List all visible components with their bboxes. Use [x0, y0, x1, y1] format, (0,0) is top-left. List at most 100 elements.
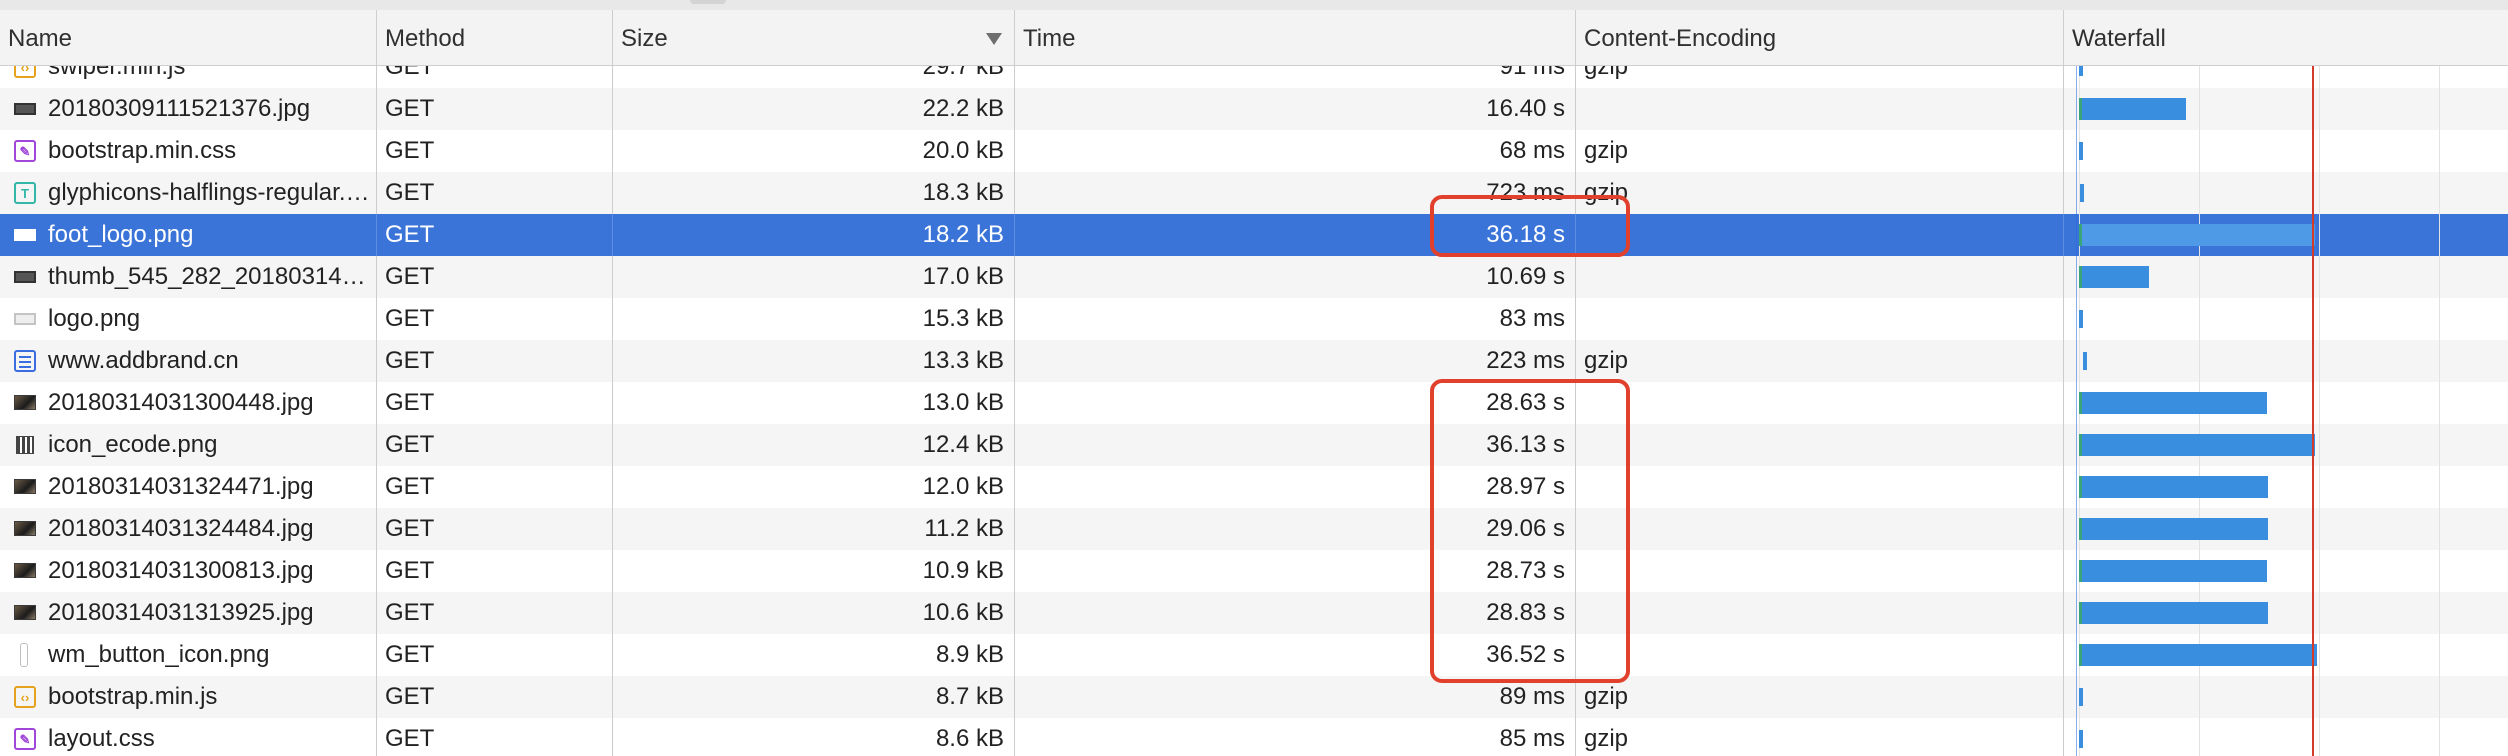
request-waterfall [2064, 172, 2508, 214]
request-size: 13.3 kB [613, 340, 1015, 382]
waterfall-bar [2082, 602, 2269, 624]
request-name-cell[interactable]: icon_ecode.png [0, 424, 377, 466]
request-time: 10.69 s [1015, 256, 1576, 298]
request-name-cell[interactable]: ‹› bootstrap.min.js [0, 676, 377, 718]
waterfall-gridline [2199, 172, 2200, 214]
waterfall-gridline [2319, 550, 2320, 592]
request-size: 10.9 kB [613, 550, 1015, 592]
waterfall-gridline [2439, 382, 2440, 424]
network-panel: Name Method Size Time Content-Encoding W… [0, 0, 2508, 756]
request-row[interactable]: Tglyphicons-halflings-regular.woff2 GET 18… [0, 172, 2508, 214]
request-size: 8.6 kB [613, 718, 1015, 756]
request-row[interactable]: ‹› swiper.min.js GET 29.7 kB 91 ms gzip [0, 66, 2508, 88]
request-row[interactable]: 20180314031300813.jpg GET 10.9 kB 28.73 s [0, 550, 2508, 592]
request-content-encoding [1576, 550, 2064, 592]
request-row[interactable]: ✎ layout.css GET 8.6 kB 85 ms gzip [0, 718, 2508, 756]
request-content-encoding: gzip [1576, 718, 2064, 756]
request-name-cell[interactable]: 20180314031324471.jpg [0, 466, 377, 508]
request-name-cell[interactable]: 20180314031300813.jpg [0, 550, 377, 592]
request-method: GET [377, 634, 613, 676]
header-waterfall[interactable]: Waterfall [2064, 10, 2508, 65]
waterfall-gridline [2439, 550, 2440, 592]
request-name-cell[interactable]: ✎ bootstrap.min.css [0, 130, 377, 172]
request-row[interactable]: 20180309111521376.jpg GET 22.2 kB 16.40 s [0, 88, 2508, 130]
waterfall-gridline [2319, 256, 2320, 298]
photo-file-icon [14, 521, 36, 536]
request-time: 89 ms [1015, 676, 1576, 718]
request-name-cell[interactable]: 20180314031324484.jpg [0, 508, 377, 550]
waterfall-gridline [2439, 66, 2440, 88]
header-size[interactable]: Size [613, 10, 1015, 65]
request-waterfall [2064, 130, 2508, 172]
request-name-cell[interactable]: 20180314031313925.jpg [0, 592, 377, 634]
request-row[interactable]: 20180314031324471.jpg GET 12.0 kB 28.97 s [0, 466, 2508, 508]
request-time: 28.83 s [1015, 592, 1576, 634]
request-method: GET [377, 382, 613, 424]
request-content-encoding [1576, 466, 2064, 508]
waterfall-bar [2082, 644, 2317, 666]
resize-handle[interactable] [690, 0, 726, 4]
request-row[interactable]: 20180314031313925.jpg GET 10.6 kB 28.83 s [0, 592, 2508, 634]
request-row[interactable]: 20180314031300448.jpg GET 13.0 kB 28.63 s [0, 382, 2508, 424]
request-time: 68 ms [1015, 130, 1576, 172]
image-file-icon [14, 271, 36, 283]
request-name: 20180314031300448.jpg [48, 389, 314, 416]
request-method: GET [377, 66, 613, 88]
request-time: 83 ms [1015, 298, 1576, 340]
photo-file-icon [14, 563, 36, 578]
request-name-cell[interactable]: wm_button_icon.png [0, 634, 377, 676]
request-content-encoding: gzip [1576, 130, 2064, 172]
request-row[interactable]: thumb_545_282_20180314031300448.jpgGET17… [0, 256, 2508, 298]
header-content-encoding[interactable]: Content-Encoding [1576, 10, 2064, 65]
waterfall-bar [2082, 224, 2316, 246]
request-size: 18.2 kB [613, 214, 1015, 256]
image-file-icon [14, 313, 36, 325]
request-content-encoding [1576, 634, 2064, 676]
request-name-cell[interactable]: www.addbrand.cn [0, 340, 377, 382]
request-size: 17.0 kB [613, 256, 1015, 298]
request-row[interactable]: 20180314031324484.jpg GET 11.2 kB 29.06 s [0, 508, 2508, 550]
request-name-cell[interactable]: ✎ layout.css [0, 718, 377, 756]
waterfall-bar [2082, 98, 2187, 120]
request-row[interactable]: foot_logo.png GET 18.2 kB 36.18 s [0, 214, 2508, 256]
request-method: GET [377, 88, 613, 130]
request-name-cell[interactable]: Tglyphicons-halflings-regular.woff2 [0, 172, 377, 214]
waterfall-gridline [2199, 88, 2200, 130]
request-row[interactable]: www.addbrand.cn GET 13.3 kB 223 ms gzip [0, 340, 2508, 382]
request-waterfall [2064, 66, 2508, 88]
waterfall-bar [2082, 476, 2269, 498]
request-name-cell[interactable]: ‹› swiper.min.js [0, 66, 377, 88]
request-size: 12.4 kB [613, 424, 1015, 466]
header-method[interactable]: Method [377, 10, 613, 65]
request-time: 223 ms [1015, 340, 1576, 382]
request-time: 29.06 s [1015, 508, 1576, 550]
request-name-cell[interactable]: logo.png [0, 298, 377, 340]
request-name-cell[interactable]: 20180309111521376.jpg [0, 88, 377, 130]
request-time: 36.13 s [1015, 424, 1576, 466]
request-waterfall [2064, 256, 2508, 298]
request-row[interactable]: icon_ecode.png GET 12.4 kB 36.13 s [0, 424, 2508, 466]
request-row[interactable]: ‹› bootstrap.min.js GET 8.7 kB 89 ms gzip [0, 676, 2508, 718]
request-name-cell[interactable]: foot_logo.png [0, 214, 377, 256]
header-time[interactable]: Time [1015, 10, 1576, 65]
request-row[interactable]: ✎ bootstrap.min.css GET 20.0 kB 68 ms gzip [0, 130, 2508, 172]
request-time: 36.52 s [1015, 634, 1576, 676]
waterfall-gridline [2439, 676, 2440, 718]
waterfall-gridline [2439, 130, 2440, 172]
request-name-cell[interactable]: 20180314031300448.jpg [0, 382, 377, 424]
waterfall-gridline [2319, 424, 2320, 466]
request-name: glyphicons-halflings-regular.woff2 [48, 179, 377, 206]
waterfall-gridline [2319, 466, 2320, 508]
request-row[interactable]: logo.png GET 15.3 kB 83 ms [0, 298, 2508, 340]
waterfall-gridline [2319, 66, 2320, 88]
request-content-encoding: gzip [1576, 340, 2064, 382]
image-file-icon [14, 103, 36, 115]
request-content-encoding [1576, 256, 2064, 298]
request-size: 29.7 kB [613, 66, 1015, 88]
request-time: 723 ms [1015, 172, 1576, 214]
header-name[interactable]: Name [0, 10, 377, 65]
font-file-icon: T [14, 182, 36, 204]
request-name-cell[interactable]: thumb_545_282_20180314031300448.jpg [0, 256, 377, 298]
request-row[interactable]: wm_button_icon.png GET 8.9 kB 36.52 s [0, 634, 2508, 676]
request-method: GET [377, 298, 613, 340]
